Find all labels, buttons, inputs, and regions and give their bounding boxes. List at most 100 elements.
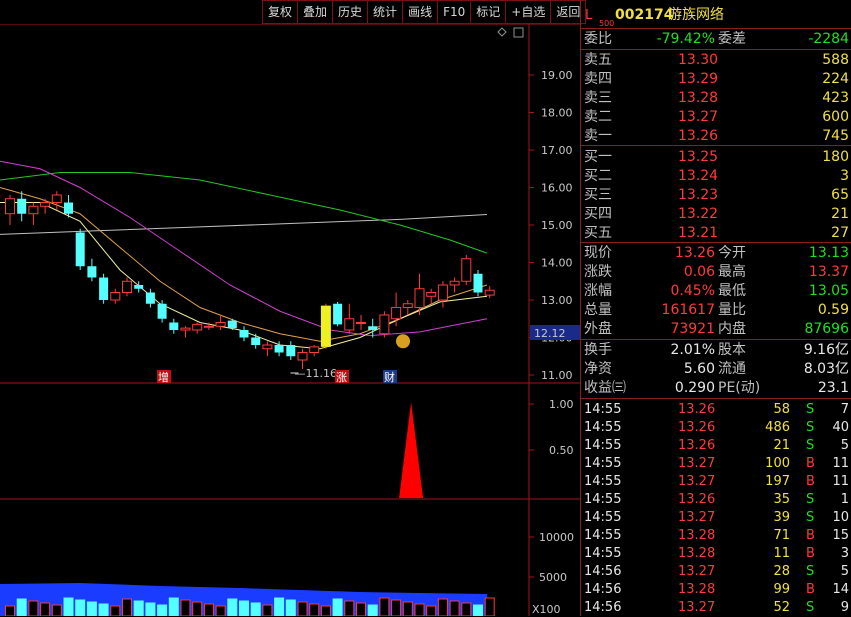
volume-bar [5,605,15,616]
volume-bar [227,598,238,616]
toolbar-button-1[interactable]: 叠加 [297,0,334,24]
indicator-spike [399,402,424,498]
tick-row: 14:55 13.26 486 S 40 [581,419,851,437]
candle-body [333,303,343,325]
tick-count: 3 [840,546,849,561]
tick-count: 11 [832,456,849,471]
tick-price: 13.27 [678,564,716,579]
stats2-label-1: 换手 [584,342,612,358]
toolbar-button-3[interactable]: 统计 [367,0,404,24]
volume-bar [484,597,495,616]
volume-bar [449,600,460,616]
volume-bar [344,600,355,616]
volume-bar [16,598,27,616]
event-marker-label: 财 [384,370,395,384]
volume-bar [110,605,121,616]
tick-price: 13.28 [678,546,716,561]
stats-value-2: 13.05 [808,283,849,299]
volume-bar [145,602,156,616]
candle-body [239,330,249,338]
tick-volume: 35 [773,492,790,507]
tick-row: 14:55 13.28 11 B 3 [581,545,851,563]
stats-label-1: 涨幅 [584,283,612,299]
asks-price: 13.30 [678,52,719,68]
toolbar-button-7[interactable]: +自选 [505,0,552,24]
tick-side: S [806,438,815,453]
tick-side: B [806,546,815,561]
volume-bar [28,600,39,616]
volume-bar [262,604,273,616]
toolbar-button-5[interactable]: F10 [437,0,472,24]
stats2-label-2: 股本 [718,342,746,358]
tick-row: 14:55 13.27 197 B 11 [581,473,851,491]
tick-time: 14:56 [584,600,622,615]
candle-body [145,292,155,304]
tick-side: B [806,582,815,597]
bids-label: 买五 [584,225,612,241]
stats-value-2: 0.59 [817,302,849,318]
bids-volume: 27 [831,225,849,241]
tick-side: S [806,402,815,417]
tick-price: 13.26 [678,402,716,417]
ma-10-line [0,187,488,342]
bids-price: 13.23 [678,187,719,203]
price-tick-label: 17.00 [541,144,573,157]
stats2-value-1: 0.290 [674,380,715,396]
candle-body [215,322,226,327]
stats-label-1: 总量 [584,302,612,318]
weicha-label: 委差 [718,31,746,47]
tick-row: 14:55 13.28 71 B 15 [581,527,851,545]
tick-time: 14:55 [584,492,622,507]
tick-volume: 52 [773,600,790,615]
stats2-label-1: 净资 [584,361,612,377]
candle-body [75,232,85,267]
tick-time: 14:55 [584,420,622,435]
tick-count: 10 [832,510,849,525]
stats-value-1: 0.45% [670,283,715,299]
tick-count: 9 [840,600,849,615]
stats2-value-2: 8.03亿 [803,361,849,377]
candle-body [426,292,437,297]
candle-body [157,303,167,319]
candle-body [227,320,237,329]
tick-count: 5 [840,438,849,453]
volume-bar [75,599,86,616]
volume-unit-label: X100 [532,603,561,616]
volume-bar [367,604,378,616]
stock-header: L 500 002174 游族网络 [581,4,851,28]
weibi-value: -79.42% [656,31,715,47]
stats2-label-2: PE(动) [718,380,761,396]
bids-row: 买四 13.22 21 [581,205,851,224]
toolbar-button-6[interactable]: 标记 [470,0,507,24]
kline-chart[interactable]: 19.0018.0017.0016.0015.0014.0013.0012.00… [0,24,580,616]
asks-row: 卖二 13.27 600 [581,108,851,127]
volume-tick-label: 10000 [539,531,574,544]
volume-bar [180,599,191,616]
volume-bar [239,600,249,616]
bids-row: 买三 13.23 65 [581,186,851,205]
tick-price: 13.28 [678,528,716,543]
tick-count: 5 [840,564,849,579]
stats2-row: 换手 2.01% 股本 9.16亿 [581,341,851,360]
tick-price: 13.26 [678,492,716,507]
tick-time: 14:55 [584,456,622,471]
toolbar-button-2[interactable]: 历史 [332,0,369,24]
toolbar-button-0[interactable]: 复权 [262,0,299,24]
tick-volume: 71 [773,528,790,543]
bids-row: 买一 13.25 180 [581,148,851,167]
volume-bar [320,605,331,616]
event-marker-label: 增 [158,370,169,384]
candle-body [449,280,460,286]
tick-side: S [806,420,815,435]
window-icon [513,27,524,38]
chart-toolbar: 复权 叠加 历史 统计 画线 F10 标记 +自选 返回 [262,0,587,24]
asks-volume: 224 [822,71,849,87]
candle-body [402,303,413,308]
tick-side: S [806,564,815,579]
tick-count: 14 [832,582,849,597]
price-tick-label: 13.00 [541,294,573,307]
tick-time: 14:55 [584,546,622,561]
toolbar-button-4[interactable]: 画线 [402,0,439,24]
stats2-value-1: 5.60 [683,361,715,377]
price-tick-label: 15.00 [541,219,573,232]
